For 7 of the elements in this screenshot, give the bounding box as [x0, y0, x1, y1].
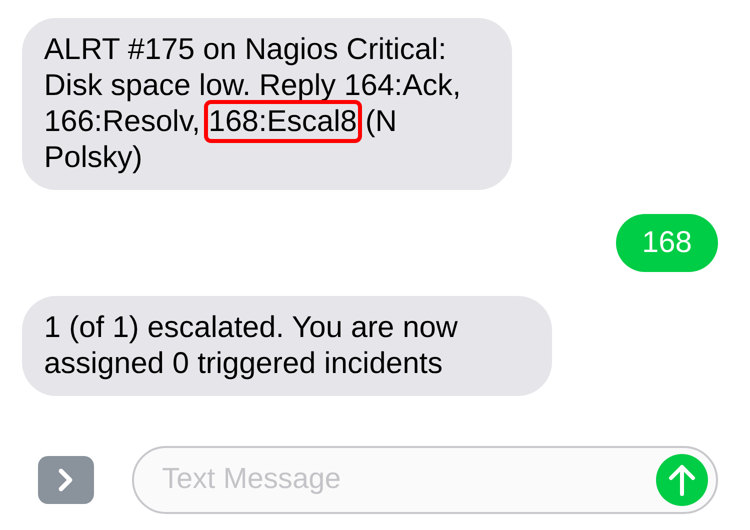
send-button[interactable] — [656, 454, 708, 506]
sent-message-bubble: 168 — [616, 214, 718, 272]
expand-button[interactable] — [38, 456, 94, 504]
chevron-right-icon — [57, 467, 75, 493]
received-message-bubble: ALRT #175 on Nagios Critical: Disk space low. Reply 164:Ack, 166:Resolv, 168:Escal8 (N Polsky) — [22, 18, 512, 190]
arrow-up-icon — [667, 463, 697, 497]
received-message-bubble: 1 (of 1) escalated. You are now assigned 0 triggered incidents — [22, 296, 552, 396]
